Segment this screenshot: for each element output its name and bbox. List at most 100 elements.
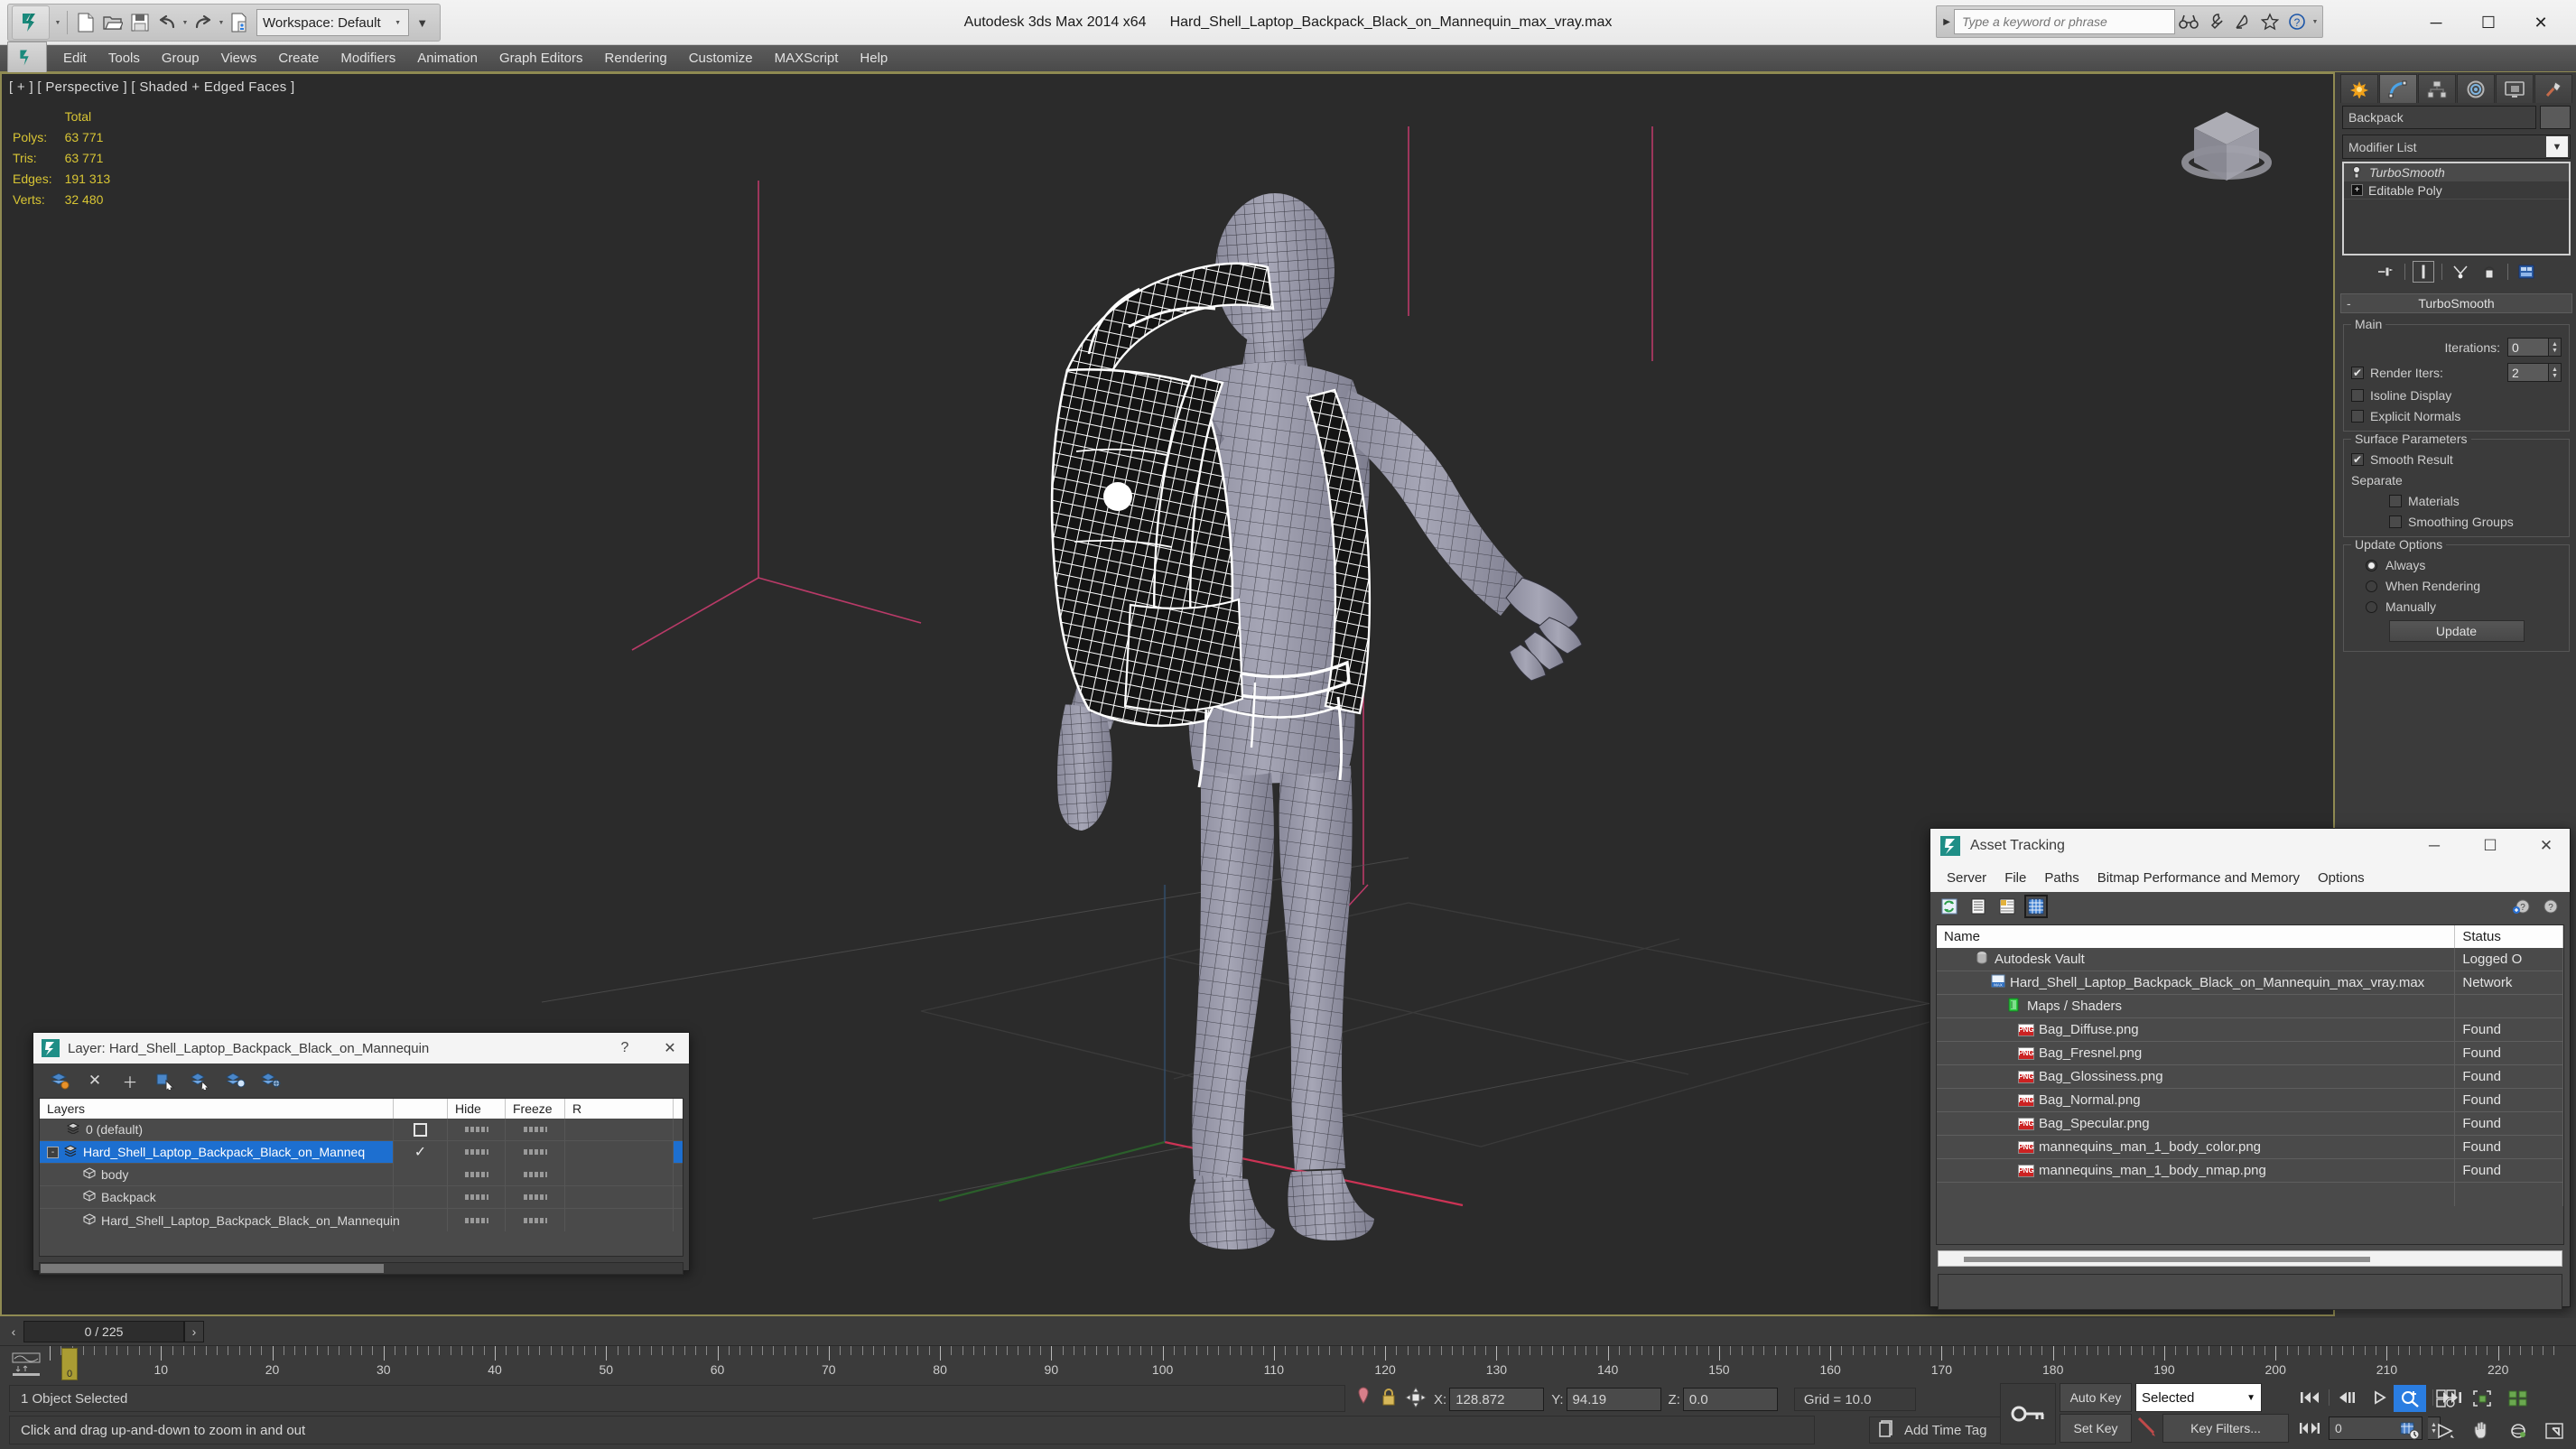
asset-row-bag-specular[interactable]: PNG Bag_Specular.png Found xyxy=(1937,1111,2563,1136)
layer-row-default[interactable]: 0 (default) xyxy=(40,1118,683,1141)
list-view-icon[interactable] xyxy=(1968,896,1988,916)
menu-item-edit[interactable]: Edit xyxy=(52,48,98,69)
modifier-stack-item-turbosmooth[interactable]: TurboSmooth xyxy=(2344,163,2569,181)
update-option-manually[interactable]: Manually xyxy=(2351,599,2562,614)
explicit-normals-row[interactable]: Explicit Normals xyxy=(2351,409,2562,423)
scrollbar-thumb[interactable] xyxy=(41,1264,384,1273)
layer-row-selected[interactable]: - Hard_Shell_Laptop_Backpack_Black_on_Ma… xyxy=(40,1140,683,1164)
auto-key-button[interactable]: Auto Key xyxy=(2060,1383,2132,1412)
hide-toggle[interactable] xyxy=(464,1149,488,1155)
view-cube-icon[interactable] xyxy=(2172,98,2281,197)
key-icon[interactable] xyxy=(2000,1383,2056,1444)
zoom-extents-all-icon[interactable] xyxy=(2502,1385,2534,1412)
menu-item-views[interactable]: Views xyxy=(210,48,268,69)
layer-properties-icon[interactable] xyxy=(259,1069,283,1092)
ruler-track[interactable]: 10 20 30 40 50 60 70 80 90 100 110 120 130 140 150 160 1… xyxy=(50,1346,2576,1384)
show-end-result-icon[interactable] xyxy=(2413,261,2434,283)
help-dropdown-icon[interactable]: ▼ xyxy=(2311,19,2320,25)
maximize-button[interactable]: ☐ xyxy=(2462,3,2515,42)
select-highlighted-icon[interactable] xyxy=(189,1069,212,1092)
key-filters-button[interactable]: Key Filters... xyxy=(2162,1414,2289,1443)
layer-active-check[interactable]: ✓ xyxy=(394,1140,448,1164)
asset-column-name[interactable]: Name xyxy=(1937,925,2456,948)
freeze-toggle[interactable] xyxy=(523,1149,547,1155)
maximize-viewport-icon[interactable] xyxy=(2538,1417,2571,1444)
asset-row-maps-shaders[interactable]: Maps / Shaders xyxy=(1937,994,2563,1018)
modifier-stack-item-editable-poly[interactable]: + Editable Poly xyxy=(2344,181,2569,200)
help-icon[interactable]: ? xyxy=(2541,896,2561,916)
materials-checkbox[interactable] xyxy=(2389,495,2402,507)
asset-maximize-button[interactable]: ☐ xyxy=(2467,830,2514,862)
layer-visibility-box[interactable] xyxy=(414,1122,427,1137)
new-layer-icon[interactable] xyxy=(48,1069,71,1092)
menu-item-customize[interactable]: Customize xyxy=(678,48,764,69)
menu-item-graph-editors[interactable]: Graph Editors xyxy=(488,48,594,69)
layer-dialog-close-button[interactable]: ✕ xyxy=(651,1034,689,1063)
add-time-tag-button[interactable]: Add Time Tag xyxy=(1869,1416,2013,1444)
y-coordinate-input[interactable] xyxy=(1566,1388,1661,1411)
chevron-down-icon[interactable]: ▼ xyxy=(2546,136,2568,157)
asset-list-grid[interactable]: Name Status Autodesk Vault Logged O MAX xyxy=(1936,924,2564,1245)
smoothing-groups-checkbox[interactable] xyxy=(2389,516,2402,528)
save-icon[interactable] xyxy=(126,9,153,36)
delete-layer-icon[interactable]: ✕ xyxy=(83,1069,107,1092)
z-coordinate-input[interactable] xyxy=(1682,1388,1778,1411)
iterations-input[interactable] xyxy=(2507,338,2549,357)
time-slider[interactable]: 0 xyxy=(61,1348,78,1380)
undo-icon[interactable] xyxy=(153,9,181,36)
modifier-stack-list[interactable]: TurboSmooth + Editable Poly xyxy=(2342,162,2571,255)
qat-overflow-icon[interactable]: ▼ xyxy=(409,9,436,36)
hide-toggle[interactable] xyxy=(464,1217,488,1223)
configure-modifier-sets-icon[interactable] xyxy=(2516,261,2537,283)
x-coordinate-input[interactable] xyxy=(1449,1388,1545,1411)
asset-row-max-file[interactable]: MAX Hard_Shell_Laptop_Backpack_Black_on_… xyxy=(1937,971,2563,995)
layer-horizontal-scrollbar[interactable] xyxy=(39,1262,684,1275)
pin-stack-icon[interactable] xyxy=(1354,1386,1372,1414)
layer-row-mannequin[interactable]: Hard_Shell_Laptop_Backpack_Black_on_Mann… xyxy=(40,1209,683,1231)
play-icon[interactable] xyxy=(2367,1385,2395,1410)
hide-toggle[interactable] xyxy=(464,1127,488,1132)
make-unique-icon[interactable] xyxy=(2450,261,2471,283)
viewport-label[interactable]: [ + ] [ Perspective ] [ Shaded + Edged F… xyxy=(9,79,294,95)
when-rendering-radio[interactable] xyxy=(2366,580,2377,592)
remove-modifier-icon[interactable] xyxy=(2478,261,2500,283)
isoline-display-checkbox[interactable] xyxy=(2351,389,2364,402)
menu-item-help[interactable]: Help xyxy=(849,48,898,69)
frame-counter[interactable]: 0 / 225 xyxy=(23,1321,184,1342)
workspace-selector[interactable]: Workspace: Default ▼ xyxy=(256,9,409,36)
select-objects-icon[interactable] xyxy=(153,1069,177,1092)
smooth-result-checkbox[interactable]: ✔ xyxy=(2351,453,2364,466)
create-tab[interactable] xyxy=(2340,74,2378,103)
layer-dialog-help-button[interactable]: ? xyxy=(606,1034,644,1063)
asset-row-body-color[interactable]: PNG mannequins_man_1_body_color.png Foun… xyxy=(1937,1135,2563,1159)
refresh-icon[interactable] xyxy=(1939,896,1959,916)
set-key-button[interactable]: Set Key xyxy=(2060,1414,2132,1443)
asset-row-bag-glossiness[interactable]: PNG Bag_Glossiness.png Found xyxy=(1937,1064,2563,1089)
binoculars-icon[interactable] xyxy=(2175,8,2202,35)
menu-app-logo[interactable] xyxy=(7,42,47,74)
freeze-toggle[interactable] xyxy=(523,1217,547,1223)
object-color-swatch[interactable] xyxy=(2540,106,2571,129)
layer-column-hide[interactable]: Hide xyxy=(448,1099,506,1119)
asset-close-button[interactable]: ✕ xyxy=(2523,830,2570,862)
layer-dialog[interactable]: Layer: Hard_Shell_Laptop_Backpack_Black_… xyxy=(33,1032,690,1275)
redo-dropdown-icon[interactable]: ▼ xyxy=(217,20,226,26)
asset-menu-options[interactable]: Options xyxy=(2309,867,2374,889)
hierarchy-tab[interactable] xyxy=(2418,74,2456,103)
expand-plus-icon[interactable]: + xyxy=(2351,184,2363,196)
hide-toggle[interactable] xyxy=(464,1194,488,1200)
asset-minimize-button[interactable]: ─ xyxy=(2411,830,2458,862)
rollout-header-turbosmooth[interactable]: - TurboSmooth xyxy=(2340,293,2572,313)
explicit-normals-checkbox[interactable] xyxy=(2351,410,2364,423)
highlight-selected-icon[interactable] xyxy=(224,1069,247,1092)
update-button[interactable]: Update xyxy=(2388,620,2525,642)
asset-row-body-nmap[interactable]: PNG mannequins_man_1_body_nmap.png Found xyxy=(1937,1158,2563,1183)
modify-tab[interactable] xyxy=(2379,74,2417,103)
layer-row-body[interactable]: body xyxy=(40,1163,683,1186)
collapse-icon[interactable]: - xyxy=(47,1146,59,1158)
isoline-display-row[interactable]: Isoline Display xyxy=(2351,388,2562,403)
menu-item-modifiers[interactable]: Modifiers xyxy=(330,48,406,69)
asset-row-bag-diffuse[interactable]: PNG Bag_Diffuse.png Found xyxy=(1937,1017,2563,1042)
pin-stack-icon[interactable] xyxy=(2376,261,2397,283)
freeze-toggle[interactable] xyxy=(523,1172,547,1177)
